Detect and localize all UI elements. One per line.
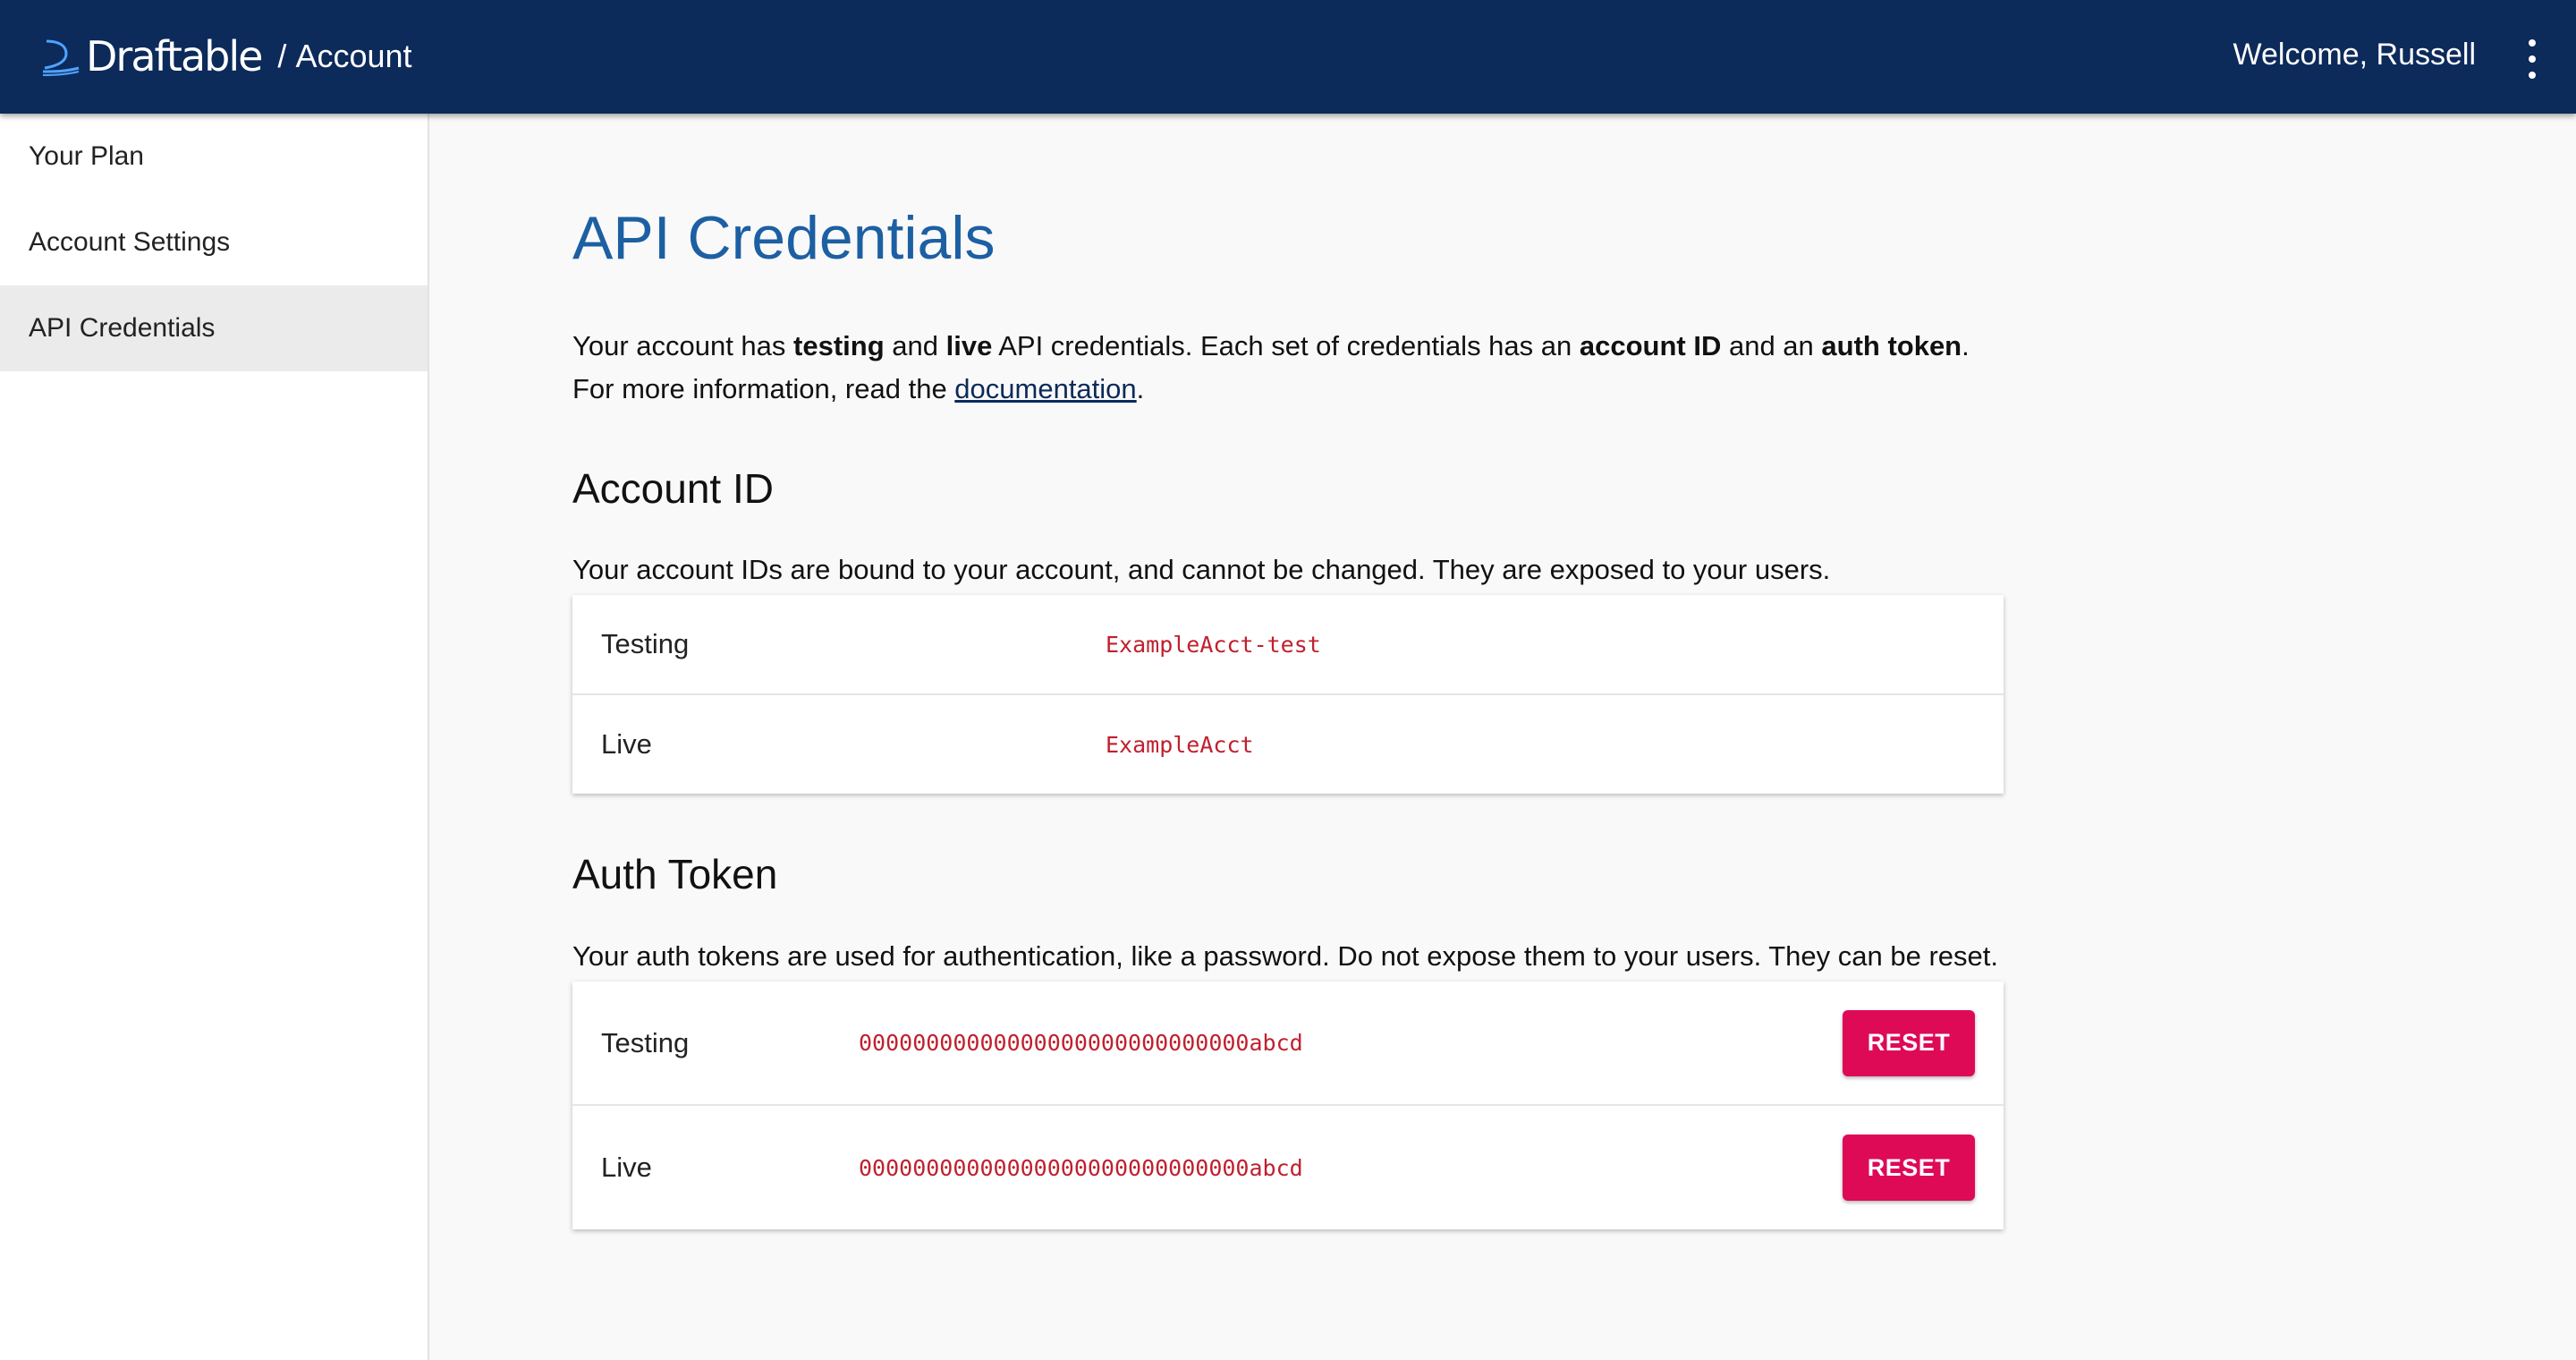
sidebar: Your Plan Account Settings API Credentia… — [0, 114, 429, 1360]
draftable-logo-icon — [42, 39, 80, 76]
account-id-card: Testing ExampleAcct-test Live ExampleAcc… — [572, 595, 2004, 794]
intro-bold-auth-token: auth token — [1821, 330, 1962, 361]
intro-bold-account-id: account ID — [1579, 330, 1722, 361]
account-id-description: Your account IDs are bound to your accou… — [572, 554, 1831, 585]
intro-bold-testing: testing — [793, 330, 885, 361]
table-row: Live 00000000000000000000000000000abcd R… — [572, 1106, 2004, 1229]
auth-token-card: Testing 00000000000000000000000000000abc… — [572, 982, 2004, 1229]
auth-token-heading: Auth Token — [572, 851, 778, 897]
intro-text-part: and — [884, 330, 946, 361]
intro-text-part: Your account has — [572, 330, 794, 361]
page-title: API Credentials — [572, 204, 996, 272]
intro-text-part: API credentials. Each set of credentials… — [992, 330, 1580, 361]
auth-token-value[interactable]: 00000000000000000000000000000abcd — [859, 1155, 1303, 1181]
welcome-text: Welcome, Russell — [2233, 38, 2476, 72]
intro-text-part: For more information, read the — [572, 373, 955, 404]
account-id-heading: Account ID — [572, 465, 774, 512]
intro-text-part: . — [1136, 373, 1145, 404]
sidebar-item-api-credentials[interactable]: API Credentials — [0, 285, 428, 371]
account-id-value[interactable]: ExampleAcct — [1106, 732, 1254, 758]
brand[interactable]: Draftable / Account — [39, 27, 412, 86]
intro-bold-live: live — [945, 330, 993, 361]
row-label: Testing — [601, 628, 690, 659]
auth-token-description: Your auth tokens are used for authentica… — [572, 940, 1998, 972]
table-row: Testing ExampleAcct-test — [572, 595, 2004, 695]
breadcrumb-section: Account — [295, 38, 412, 74]
account-id-value[interactable]: ExampleAcct-test — [1106, 632, 1321, 658]
table-row: Live ExampleAcct — [572, 695, 2004, 794]
sidebar-item-your-plan[interactable]: Your Plan — [0, 114, 428, 200]
reset-live-token-button[interactable]: RESET — [1843, 1135, 1975, 1201]
intro-text-part: . — [1962, 330, 1970, 361]
more-vert-icon[interactable] — [2519, 39, 2546, 79]
documentation-link[interactable]: documentation — [954, 373, 1136, 404]
top-app-bar: Draftable / Account Welcome, Russell — [0, 0, 2576, 114]
auth-token-value[interactable]: 00000000000000000000000000000abcd — [859, 1030, 1303, 1056]
intro-text-part: and an — [1721, 330, 1822, 361]
sidebar-item-account-settings[interactable]: Account Settings — [0, 200, 428, 285]
reset-testing-token-button[interactable]: RESET — [1843, 1009, 1975, 1076]
row-label: Live — [601, 1152, 652, 1183]
intro-text: Your account has testing and live API cr… — [572, 325, 1970, 411]
breadcrumb-separator: / — [277, 38, 287, 74]
table-row: Testing 00000000000000000000000000000abc… — [572, 982, 2004, 1106]
row-label: Live — [601, 728, 652, 760]
row-label: Testing — [601, 1026, 690, 1058]
brand-name: Draftable — [86, 32, 263, 81]
